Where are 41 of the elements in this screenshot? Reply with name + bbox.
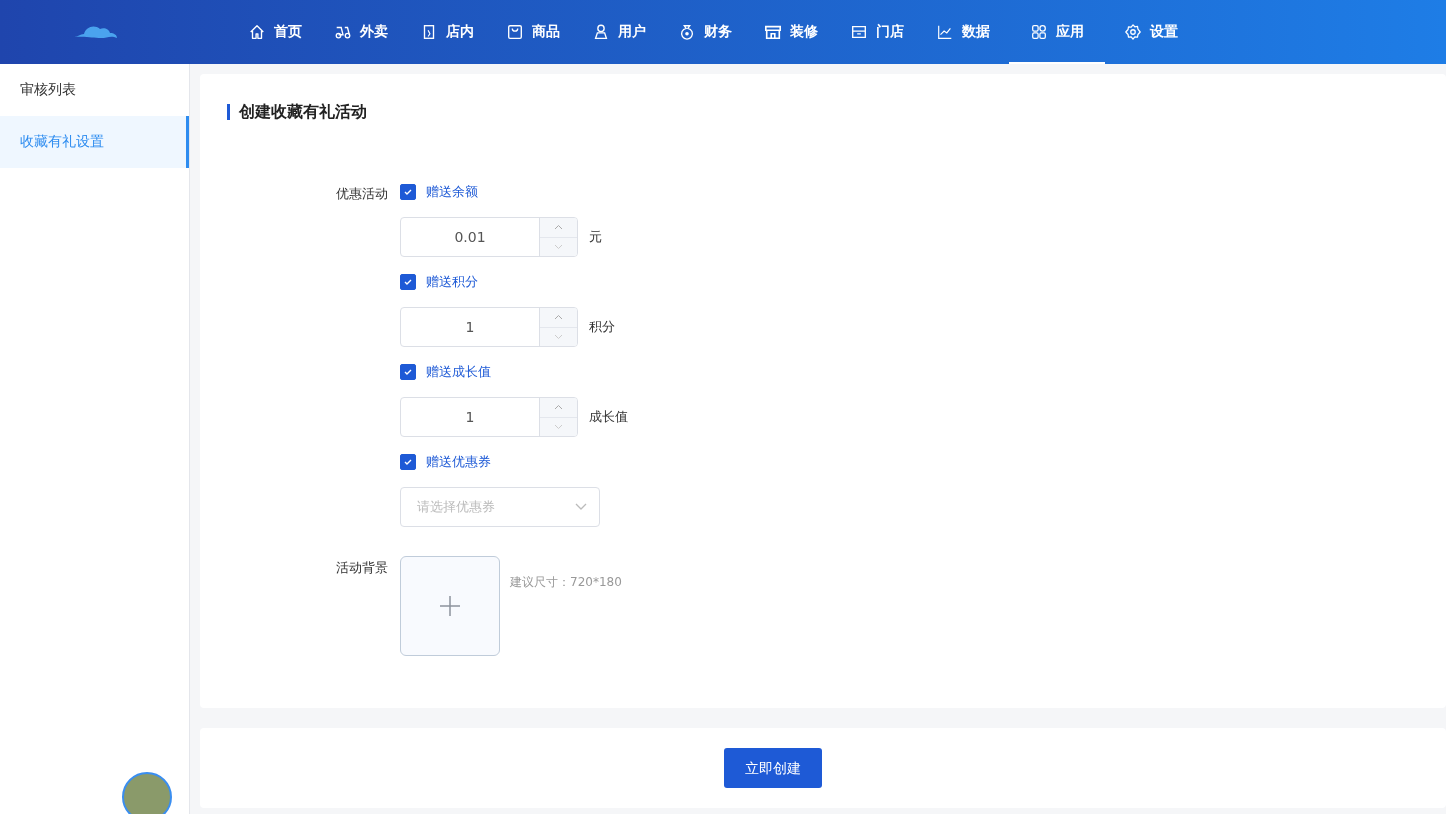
create-button[interactable]: 立即创建 — [724, 748, 822, 788]
number-input[interactable]: 1 — [400, 397, 578, 437]
sidebar-item[interactable]: 审核列表 — [0, 64, 189, 116]
nav-tab[interactable]: 外卖 — [321, 0, 401, 64]
checkbox[interactable]: 赠送成长值 — [400, 362, 1446, 382]
section-title: 创建收藏有礼活动 — [227, 104, 367, 120]
nav-tab[interactable]: 财务 — [665, 0, 745, 64]
checkbox[interactable]: 赠送积分 — [400, 272, 1446, 292]
chevron-down-icon — [575, 503, 587, 511]
line-chart-icon — [936, 23, 954, 41]
nav-tab[interactable]: 设置 — [1111, 0, 1191, 64]
storefront-icon — [764, 23, 782, 41]
grid-icon — [1030, 23, 1048, 41]
nav-tab[interactable]: 数据 — [923, 0, 1003, 64]
unit-label: 元 — [589, 228, 602, 246]
field-label: 优惠活动 — [335, 185, 388, 203]
checkbox[interactable]: 赠送余额 — [400, 182, 1446, 202]
nav-tab[interactable]: 用户 — [579, 0, 659, 64]
plus-icon — [439, 595, 461, 617]
sidebar-item[interactable]: 收藏有礼设置 — [0, 116, 189, 168]
number-input[interactable]: 1 — [400, 307, 578, 347]
nav-tab[interactable]: 店内 — [407, 0, 487, 64]
field-label: 活动背景 — [335, 559, 388, 577]
nav-tab[interactable]: 装修 — [751, 0, 831, 64]
nav-tab[interactable]: 首页 — [235, 0, 315, 64]
shopping-bag-icon — [506, 23, 524, 41]
home-icon — [248, 23, 266, 41]
settings-icon — [1124, 23, 1142, 41]
unit-label: 积分 — [589, 318, 615, 336]
unit-label: 成长值 — [589, 408, 628, 426]
money-bag-icon — [678, 23, 696, 41]
nav-tab[interactable]: 商品 — [493, 0, 573, 64]
hint-text: 建议尺寸：720*180 — [510, 574, 622, 591]
avatar[interactable] — [122, 772, 172, 814]
user-icon — [592, 23, 610, 41]
image-upload[interactable] — [400, 556, 500, 656]
nav-tab[interactable]: 门店 — [837, 0, 917, 64]
nav-tab[interactable]: 应用 — [1009, 0, 1105, 64]
checkbox[interactable]: 赠送优惠券 — [400, 452, 1446, 472]
shop-icon — [850, 23, 868, 41]
number-input[interactable]: 0.01 — [400, 217, 578, 257]
